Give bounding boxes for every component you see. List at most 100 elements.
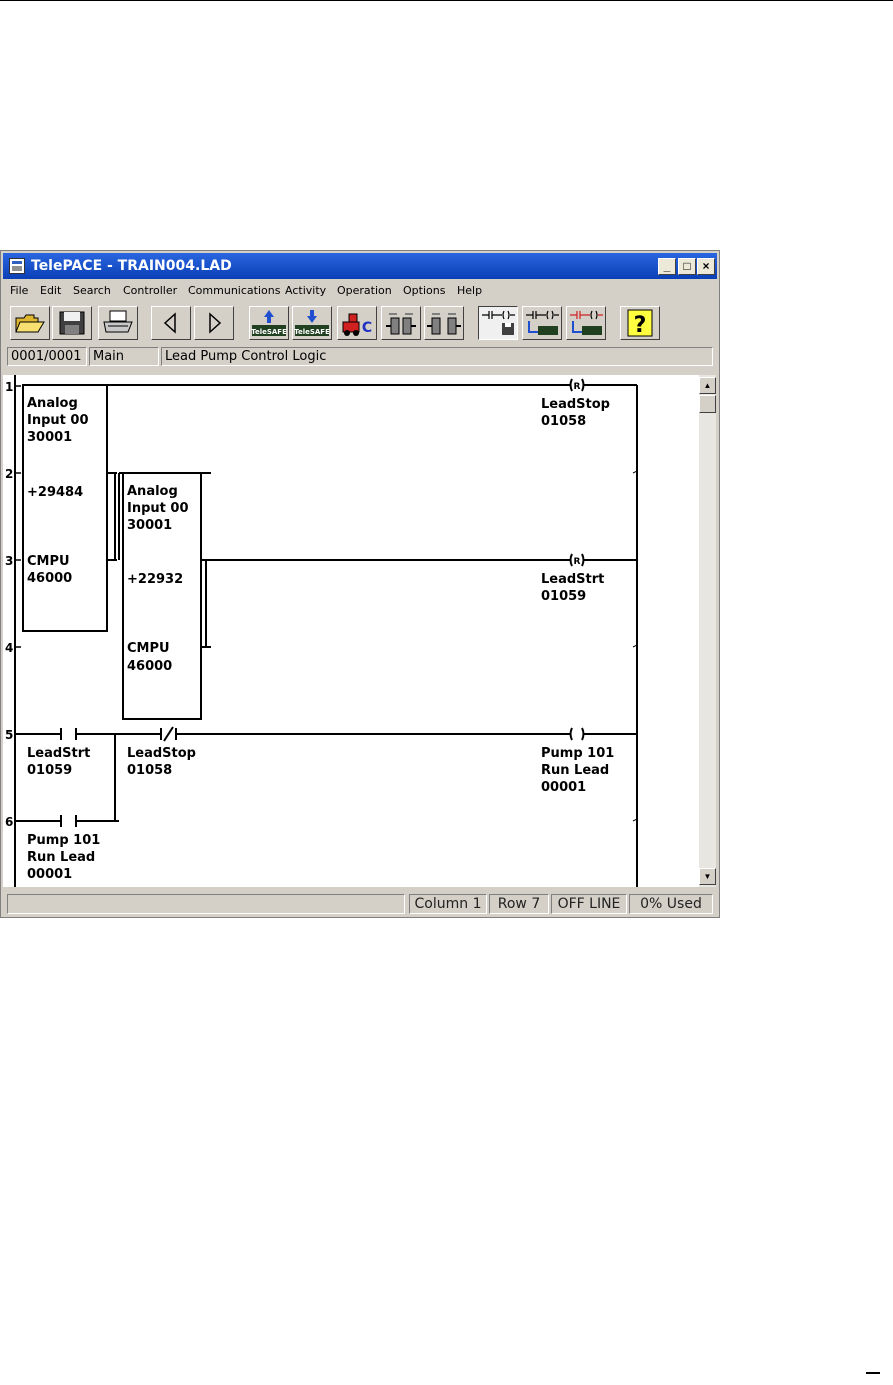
status-message (7, 894, 405, 914)
menu-communications[interactable]: Communications (188, 284, 280, 297)
vertical-scrollbar[interactable]: ▲ ▼ (699, 375, 716, 887)
contact-leadstrt-reg: 01059 (27, 763, 72, 778)
open-button[interactable] (10, 306, 50, 340)
connect-icon (386, 313, 416, 335)
status-column: Column 1 (409, 894, 487, 914)
block2-value: +22932 (127, 572, 183, 587)
status-row: Row 7 (489, 894, 549, 914)
contact-leadstrt (60, 728, 77, 740)
telesafe-label: TeleSAFE (294, 328, 330, 336)
next-button[interactable] (194, 306, 234, 340)
block1-func-reg: 46000 (27, 571, 72, 586)
block1-input-label: Analog (27, 396, 78, 411)
coil-leadstop: R (569, 378, 585, 392)
coil-leadstrt-label: LeadStrt (541, 572, 604, 587)
read-from-controller-button[interactable]: TeleSAFE (292, 306, 332, 340)
coil-pump-reg: 00001 (541, 780, 586, 795)
app-icon[interactable] (9, 258, 25, 274)
disconnect-icon (427, 313, 461, 335)
rung-number-1: 1 (5, 380, 13, 394)
contact-pump-reg: 00001 (27, 867, 72, 882)
menu-operation[interactable]: Operation (337, 284, 392, 297)
rung-number-6: 6 (5, 815, 13, 829)
rung-number-4: 4 (5, 641, 13, 655)
close-button[interactable]: × (697, 258, 715, 275)
save-button[interactable] (52, 306, 92, 340)
controller-letter: C (362, 320, 372, 336)
ladder-diagram: 1 2 3 4 5 6 R LeadStop 01058 Analog Inpu… (5, 375, 638, 887)
block1-input-reg: 30001 (27, 430, 72, 445)
ladder-write-button[interactable] (522, 306, 562, 340)
contact-leadstrt-label: LeadStrt (27, 746, 90, 761)
menu-options[interactable]: Options (403, 284, 445, 297)
toolbar: TeleSAFE TeleSAFE C ? (3, 303, 717, 343)
contact-leadstop-nc (160, 726, 177, 742)
page-top-rule (0, 0, 893, 1)
network-position: 0001/0001 (7, 347, 87, 366)
network-description: Lead Pump Control Logic (161, 347, 713, 366)
status-used: 0% Used (629, 894, 713, 914)
scroll-down-button[interactable]: ▼ (699, 868, 716, 885)
block1-func: CMPU (27, 554, 70, 569)
title-bar[interactable]: TelePACE - TRAIN004.LAD _ □ × (3, 253, 717, 279)
connect-button[interactable] (381, 306, 421, 340)
ladder-write-icon (526, 310, 559, 335)
disconnect-button[interactable] (424, 306, 464, 340)
ladder-save-icon (482, 310, 515, 335)
controller-initialize-icon: C (342, 313, 372, 336)
coil-pump-label1: Pump 101 (541, 746, 614, 761)
help-symbol: ? (634, 313, 647, 338)
page-corner-mark (866, 1372, 880, 1374)
help-button[interactable]: ? (620, 306, 660, 340)
coil-pump-run-lead (569, 727, 585, 741)
coil-leadstrt-reg: 01059 (541, 589, 586, 604)
open-folder-icon (15, 314, 45, 333)
coil-leadstop-label: LeadStop (541, 397, 610, 412)
status-bar: Column 1 Row 7 OFF LINE 0% Used (3, 891, 717, 915)
coil-leadstrt: R (569, 553, 585, 567)
menu-file[interactable]: File (10, 284, 28, 297)
write-to-controller-button[interactable]: TeleSAFE (249, 306, 289, 340)
block1-value: +29484 (27, 485, 83, 500)
rung-number-5: 5 (5, 728, 13, 742)
back-arrow-icon (163, 312, 176, 334)
contact-leadstop-reg: 01058 (127, 763, 172, 778)
contact-pump-label1: Pump 101 (27, 833, 100, 848)
info-bar: 0001/0001 Main Lead Pump Control Logic (7, 347, 713, 367)
ladder-editor[interactable]: 1 2 3 4 5 6 R LeadStop 01058 Analog Inpu… (3, 375, 699, 887)
contact-pump-run-lead (60, 815, 77, 827)
save-disk-icon (59, 311, 85, 335)
help-icon: ? (627, 309, 653, 338)
write-telesafe-icon: TeleSAFE (251, 310, 287, 336)
rung-number-3: 3 (5, 554, 13, 568)
coil-leadstop-reg: 01058 (541, 414, 586, 429)
previous-button[interactable] (151, 306, 191, 340)
window-title: TelePACE - TRAIN004.LAD (31, 258, 232, 274)
block1-input-label2: Input 00 (27, 413, 88, 428)
print-button[interactable] (98, 306, 138, 340)
coil-pump-label2: Run Lead (541, 763, 609, 778)
block2-input-label2: Input 00 (127, 501, 188, 516)
minimize-button[interactable]: _ (658, 258, 676, 275)
ladder-read-button[interactable] (566, 306, 606, 340)
menu-edit[interactable]: Edit (40, 284, 61, 297)
network-name: Main (89, 347, 159, 366)
ladder-read-icon (570, 310, 603, 335)
forward-arrow-icon (209, 312, 222, 334)
maximize-button[interactable]: □ (678, 258, 696, 275)
read-telesafe-icon: TeleSAFE (294, 310, 330, 336)
telesafe-label: TeleSAFE (251, 328, 287, 336)
initialize-controller-button[interactable]: C (337, 306, 377, 340)
scroll-thumb[interactable] (699, 395, 716, 413)
contact-leadstop-label: LeadStop (127, 746, 196, 761)
print-icon (103, 310, 133, 333)
menu-search[interactable]: Search (73, 284, 111, 297)
ladder-save-button[interactable] (478, 306, 518, 340)
contact-pump-label2: Run Lead (27, 850, 95, 865)
scroll-up-button[interactable]: ▲ (699, 377, 716, 394)
block2-func: CMPU (127, 641, 170, 656)
menu-controller[interactable]: Controller (123, 284, 177, 297)
menu-help[interactable]: Help (457, 284, 482, 297)
block2-input-label: Analog (127, 484, 178, 499)
menu-activity[interactable]: Activity (285, 284, 326, 297)
